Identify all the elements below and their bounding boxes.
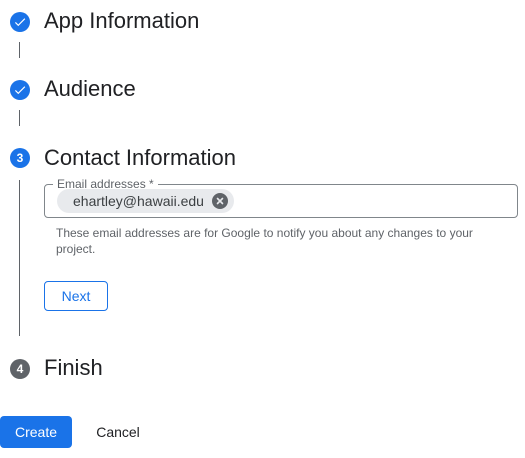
- step-4-number-badge: 4: [10, 359, 30, 379]
- email-addresses-field[interactable]: Email addresses * ehartley@hawaii.edu: [44, 177, 518, 218]
- stepper-form: App Information Audience 3 Contact Infor…: [0, 0, 525, 458]
- step-2-check-icon: [10, 80, 30, 100]
- email-helper-text: These email addresses are for Google to …: [56, 226, 473, 256]
- cancel-button[interactable]: Cancel: [84, 416, 152, 448]
- create-button[interactable]: Create: [0, 416, 72, 448]
- step-1-title[interactable]: App Information: [44, 8, 199, 34]
- next-button[interactable]: Next: [44, 281, 108, 311]
- email-chip[interactable]: ehartley@hawaii.edu: [57, 189, 234, 213]
- step-2-title[interactable]: Audience: [44, 76, 136, 102]
- step-1-check-icon: [10, 12, 30, 32]
- step-connector: [19, 180, 20, 336]
- step-4-title[interactable]: Finish: [44, 355, 103, 381]
- step-connector: [19, 110, 20, 126]
- step-3-number-badge: 3: [10, 148, 30, 168]
- step-connector: [19, 42, 20, 58]
- email-chip-label: ehartley@hawaii.edu: [73, 193, 204, 209]
- cancel-circle-icon[interactable]: [211, 193, 228, 209]
- step-3-title[interactable]: Contact Information: [44, 145, 236, 171]
